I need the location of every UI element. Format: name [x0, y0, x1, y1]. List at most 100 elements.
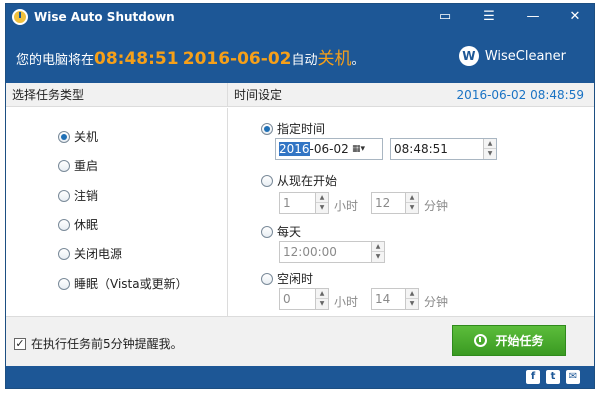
spin-up-icon[interactable]: ▲	[316, 289, 328, 299]
radio-label: 休眠	[74, 218, 99, 232]
hours-value: 0	[283, 292, 291, 306]
radio-button-icon[interactable]	[261, 272, 273, 285]
radio-button-icon[interactable]	[58, 218, 70, 231]
checkbox-checked-icon[interactable]: ✓	[14, 337, 26, 350]
minutes-value: 14	[375, 292, 391, 306]
radio-sleep[interactable]: 睡眠（Vista或更新）	[58, 275, 188, 292]
radio-power-off[interactable]: 关闭电源	[58, 245, 122, 262]
message-prefix: 您的电脑将在	[16, 53, 95, 68]
minutes-unit: 分钟	[424, 199, 449, 213]
radio-label: 每天	[277, 225, 302, 239]
title-bar[interactable]: Wise Auto Shutdown ▭ ☰ — ✕	[6, 4, 594, 31]
brand-name: WiseCleaner	[484, 48, 566, 64]
spin-down-icon[interactable]: ▼	[316, 203, 328, 213]
radio-daily[interactable]: 每天	[261, 223, 301, 240]
radio-button-icon[interactable]	[58, 277, 70, 290]
alarm-clock-icon	[474, 334, 488, 347]
radio-button-icon[interactable]	[261, 225, 273, 238]
spin-up-icon[interactable]: ▲	[406, 289, 418, 299]
shutdown-message: 您的电脑将在08:48:51 2016-06-02自动关机。	[16, 44, 365, 69]
date-picker[interactable]: 2016-06-02 ▦▾	[275, 138, 383, 160]
radio-button-icon[interactable]	[58, 247, 70, 260]
spin-down-icon[interactable]: ▼	[316, 299, 328, 309]
window-title: Wise Auto Shutdown	[34, 10, 175, 24]
radio-label: 空闲时	[277, 272, 314, 286]
radio-label: 关机	[74, 130, 99, 144]
scheduled-time: 08:48:51	[94, 49, 179, 69]
email-icon[interactable]: ✉	[566, 370, 580, 384]
facebook-icon[interactable]: f	[526, 370, 540, 384]
radio-logoff[interactable]: 注销	[58, 187, 98, 204]
spin-up-icon[interactable]: ▲	[406, 193, 418, 203]
footer-bar: ✓ 在执行任务前5分钟提醒我。 开始任务	[6, 316, 594, 366]
spin-down-icon[interactable]: ▼	[406, 299, 418, 309]
task-type-pane: 关机 重启 注销 休眠 关闭电源 睡眠（Vista或更新）	[6, 108, 228, 316]
hours-unit: 小时	[334, 295, 359, 309]
remind-checkbox-row[interactable]: ✓ 在执行任务前5分钟提醒我。	[14, 335, 183, 352]
wisecleaner-brand[interactable]: W WiseCleaner	[458, 46, 566, 66]
bottom-bar: f t ✉	[6, 366, 594, 388]
radio-label: 重启	[74, 159, 99, 173]
minutes-spinner[interactable]: ▲ ▼	[405, 193, 418, 213]
close-icon[interactable]: ✕	[562, 7, 588, 27]
menu-icon[interactable]: ☰	[476, 7, 502, 27]
date-rest: -06-02	[309, 142, 349, 156]
app-logo-icon	[12, 9, 28, 25]
from-now-hours-input[interactable]: 1 ▲ ▼	[279, 192, 329, 214]
radio-label: 从现在开始	[277, 174, 338, 188]
feedback-icon[interactable]: ▭	[432, 7, 458, 27]
spin-up-icon[interactable]: ▲	[484, 139, 496, 149]
radio-button-icon[interactable]	[58, 130, 70, 143]
radio-restart[interactable]: 重启	[58, 157, 98, 174]
hours-unit: 小时	[334, 199, 359, 213]
message-suffix: 。	[351, 53, 365, 68]
radio-button-icon[interactable]	[261, 174, 273, 187]
hours-spinner[interactable]: ▲ ▼	[315, 193, 328, 213]
time-spinner[interactable]: ▲ ▼	[371, 242, 384, 262]
hours-value: 1	[283, 196, 291, 210]
scheduled-date: 2016-06-02	[182, 49, 292, 69]
time-setting-heading: 时间设定 2016-06-02 08:48:59	[228, 83, 594, 107]
minutes-unit: 分钟	[424, 295, 449, 309]
wisecleaner-logo-icon: W	[458, 46, 479, 66]
radio-label: 注销	[74, 189, 99, 203]
radio-button-icon[interactable]	[261, 122, 273, 135]
hours-spinner[interactable]: ▲ ▼	[315, 289, 328, 309]
time-setting-pane: 指定时间 2016-06-02 ▦▾ 08:48:51 ▲ ▼ 从现在开始 1 ▲…	[228, 108, 594, 316]
specified-time-input[interactable]: 08:48:51 ▲ ▼	[390, 138, 497, 160]
time-setting-label: 时间设定	[234, 88, 283, 102]
spin-up-icon[interactable]: ▲	[316, 193, 328, 203]
daily-time-input[interactable]: 12:00:00 ▲ ▼	[279, 241, 385, 263]
minutes-spinner[interactable]: ▲ ▼	[405, 289, 418, 309]
scheduled-action: 关机	[317, 49, 352, 69]
minimize-icon[interactable]: —	[520, 7, 546, 27]
radio-button-icon[interactable]	[58, 159, 70, 172]
status-header: 您的电脑将在08:48:51 2016-06-02自动关机。 W WiseCle…	[6, 31, 594, 83]
radio-label: 关闭电源	[74, 247, 123, 261]
radio-idle[interactable]: 空闲时	[261, 270, 313, 287]
radio-hibernate[interactable]: 休眠	[58, 216, 98, 233]
minutes-value: 12	[375, 196, 391, 210]
start-task-label: 开始任务	[495, 334, 544, 348]
message-middle: 自动	[291, 53, 318, 68]
time-value: 12:00:00	[283, 245, 337, 259]
spin-down-icon[interactable]: ▼	[372, 252, 384, 262]
time-spinner[interactable]: ▲ ▼	[483, 139, 496, 159]
radio-button-icon[interactable]	[58, 189, 70, 202]
start-task-button[interactable]: 开始任务	[452, 325, 566, 356]
app-window: Wise Auto Shutdown ▭ ☰ — ✕ 您的电脑将在08:48:5…	[5, 3, 595, 389]
date-year-selected: 2016	[279, 142, 310, 156]
spin-up-icon[interactable]: ▲	[372, 242, 384, 252]
radio-label: 睡眠（Vista或更新）	[74, 277, 188, 291]
twitter-icon[interactable]: t	[546, 370, 560, 384]
radio-shutdown[interactable]: 关机	[58, 128, 98, 145]
calendar-dropdown-icon[interactable]: ▦▾	[352, 141, 380, 157]
remind-label: 在执行任务前5分钟提醒我。	[31, 337, 183, 351]
from-now-minutes-input[interactable]: 12 ▲ ▼	[371, 192, 419, 214]
spin-down-icon[interactable]: ▼	[406, 203, 418, 213]
spin-down-icon[interactable]: ▼	[484, 149, 496, 159]
radio-from-now[interactable]: 从现在开始	[261, 172, 337, 189]
radio-specified-time[interactable]: 指定时间	[261, 120, 325, 137]
idle-minutes-input[interactable]: 14 ▲ ▼	[371, 288, 419, 310]
idle-hours-input[interactable]: 0 ▲ ▼	[279, 288, 329, 310]
